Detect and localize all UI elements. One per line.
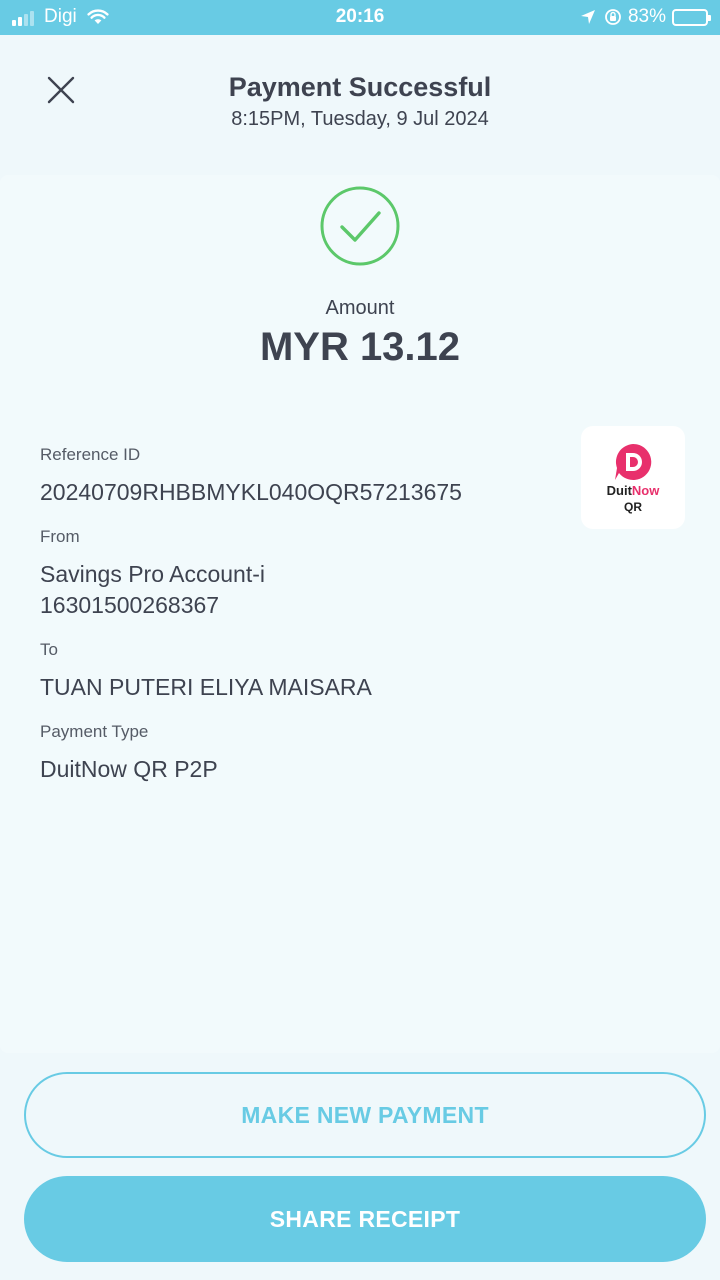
duitnow-word-now: Now bbox=[631, 483, 660, 498]
to-label: To bbox=[40, 640, 58, 659]
battery-percent: 83% bbox=[627, 6, 666, 27]
to-value: TUAN PUTERI ELIYA MAISARA bbox=[40, 674, 372, 700]
duitnow-qr-label: QR bbox=[624, 500, 642, 514]
rotation-lock-icon bbox=[605, 9, 621, 25]
check-circle-icon bbox=[320, 186, 400, 266]
amount-value: MYR 13.12 bbox=[259, 325, 461, 369]
duitnow-mark-icon bbox=[615, 443, 652, 480]
share-receipt-button[interactable]: SHARE RECEIPT bbox=[24, 1176, 706, 1262]
duitnow-wordmark: DuitNow bbox=[581, 483, 685, 498]
status-bar: Digi 20:16 83% bbox=[0, 0, 720, 35]
status-right: 83% bbox=[580, 6, 711, 28]
payment-type-value: DuitNow QR P2P bbox=[40, 756, 218, 782]
from-account-number: 16301500268367 bbox=[40, 592, 220, 618]
make-new-payment-button[interactable]: MAKE NEW PAYMENT bbox=[24, 1072, 706, 1158]
receipt-card: Amount MYR 13.12 DuitNow QR Reference ID… bbox=[0, 175, 720, 1053]
from-account-name: Savings Pro Account-i bbox=[40, 561, 266, 587]
payment-type-label: Payment Type bbox=[40, 722, 149, 741]
page-title: Payment Successful bbox=[228, 72, 492, 102]
from-label: From bbox=[40, 527, 80, 546]
location-arrow-icon bbox=[580, 10, 595, 24]
battery-icon bbox=[672, 8, 711, 26]
header: Payment Successful 8:15PM, Tuesday, 9 Ju… bbox=[0, 35, 720, 170]
duitnow-qr-logo: DuitNow QR bbox=[581, 426, 685, 529]
duitnow-word-duit: Duit bbox=[606, 483, 632, 498]
amount-label: Amount bbox=[325, 297, 395, 319]
transaction-datetime: 8:15PM, Tuesday, 9 Jul 2024 bbox=[231, 108, 489, 130]
reference-id-label: Reference ID bbox=[40, 445, 141, 464]
reference-id-value: 20240709RHBBMYKL040OQR57213675 bbox=[40, 479, 462, 505]
